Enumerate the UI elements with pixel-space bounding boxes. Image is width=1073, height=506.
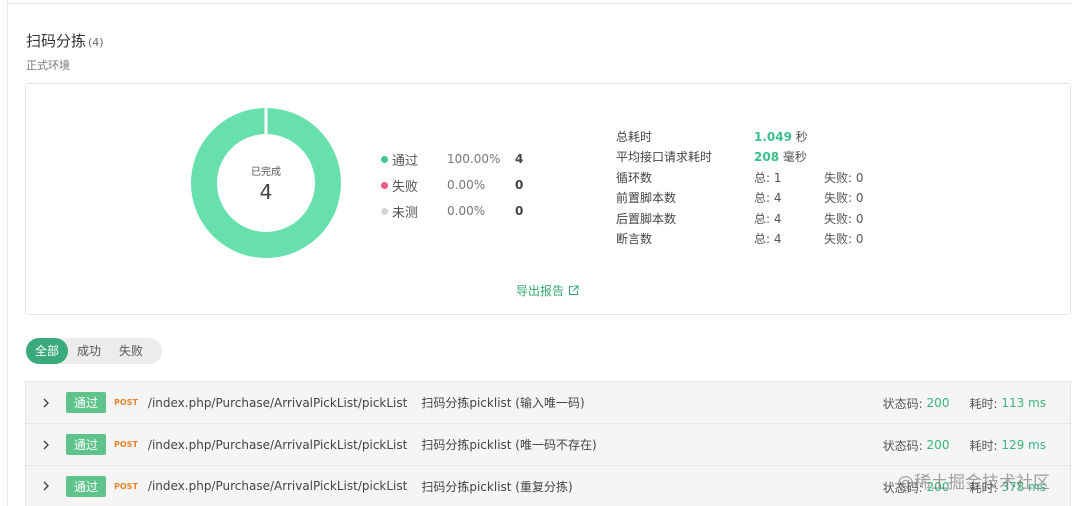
stat-total: 总: 4: [754, 232, 782, 247]
stat-fail: 失败: 0: [824, 170, 864, 185]
request-path: /index.php/Purchase/ArrivalPickList/pick…: [147, 437, 408, 452]
duration-value: 129 ms: [1001, 438, 1046, 452]
result-legend: 通过 100.00% 4 失败 0.00% 0 未测 0.00% 0: [381, 146, 523, 224]
result-meta: 状态码: 200 耗时: 113 ms: [883, 382, 1046, 424]
stat-avg-time: 平均接口请求耗时 208 毫秒: [616, 147, 864, 168]
donut-center-label: 已完成: [251, 166, 281, 178]
tab-success[interactable]: 成功: [68, 338, 110, 364]
legend-pass-label: 通过: [392, 153, 419, 169]
status-code-label: 状态码:: [882, 438, 923, 453]
watermark: @稀土掘金技术社区: [897, 473, 1050, 493]
tab-failed[interactable]: 失败: [110, 338, 152, 364]
external-link-icon: [568, 285, 579, 296]
summary-card: 已完成 4 通过 100.00% 4 失败 0.00% 0 未测 0.00% 0…: [25, 83, 1071, 315]
filter-tabs: 全部 成功 失败: [26, 338, 163, 364]
tab-all[interactable]: 全部: [26, 338, 69, 364]
result-row[interactable]: 通过 POST /index.php/Purchase/ArrivalPickL…: [25, 423, 1071, 465]
chevron-right-icon[interactable]: [26, 440, 66, 450]
status-badge: 通过: [66, 434, 107, 455]
title-text: 扫码分拣: [26, 32, 87, 50]
legend-fail: 失败 0.00% 0: [381, 172, 523, 198]
legend-untested-count: 0: [515, 204, 524, 218]
stat-number: 1.049: [754, 129, 792, 144]
stat-loops: 循环数 总: 1 失败: 0: [616, 167, 864, 188]
stat-fail: 失败: 0: [824, 191, 864, 206]
donut-center-value: 4: [259, 179, 273, 204]
donut-center: 已完成 4: [191, 108, 341, 258]
status-code-value: 200: [926, 438, 950, 452]
stat-label: 平均接口请求耗时: [616, 150, 713, 165]
status-code-value: 200: [926, 396, 950, 410]
legend-untested-percent: 0.00%: [447, 204, 486, 218]
stat-pre-scripts: 前置脚本数 总: 4 失败: 0: [616, 188, 864, 209]
left-border: [7, 0, 8, 506]
result-row[interactable]: 通过 POST /index.php/Purchase/ArrivalPickL…: [25, 381, 1071, 423]
request-name: 扫码分拣picklist (重复分拣): [421, 479, 573, 494]
stat-post-scripts: 后置脚本数 总: 4 失败: 0: [616, 208, 864, 229]
top-border: [8, 0, 1072, 4]
duration-label: 耗时:: [969, 396, 998, 411]
stat-unit: 秒: [795, 129, 808, 144]
stat-unit: 毫秒: [782, 150, 807, 165]
legend-pass-count: 4: [515, 152, 524, 166]
title-count: (4): [88, 36, 104, 49]
request-path: /index.php/Purchase/ArrivalPickList/pick…: [147, 395, 408, 410]
export-report-label: 导出报告: [516, 284, 565, 298]
stat-label: 后置脚本数: [616, 211, 677, 226]
http-method: POST: [114, 440, 138, 449]
legend-fail-label: 失败: [392, 179, 419, 195]
stat-value: 208 毫秒: [754, 148, 824, 165]
stat-fail: 失败: 0: [824, 232, 864, 247]
legend-untested-label: 未测: [392, 205, 419, 221]
legend-untested: 未测 0.00% 0: [381, 198, 523, 224]
stat-total: 总: 4: [754, 191, 782, 206]
stat-number: 208: [754, 150, 780, 165]
result-meta: 状态码: 200 耗时: 129 ms: [883, 424, 1046, 466]
report-header: 扫码分拣 (4) 正式环境: [26, 30, 104, 73]
chevron-right-icon[interactable]: [26, 398, 66, 408]
stat-total-time: 总耗时 1.049 秒: [616, 126, 864, 147]
status-code-label: 状态码:: [882, 396, 923, 411]
run-statistics: 总耗时 1.049 秒 平均接口请求耗时 208 毫秒 循环数 总: 1 失败:…: [616, 126, 864, 249]
http-method: POST: [114, 481, 138, 491]
chevron-right-icon[interactable]: [26, 481, 66, 491]
duration-value: 113 ms: [1001, 396, 1046, 410]
export-report-link[interactable]: 导出报告: [516, 282, 579, 299]
untested-dot-icon: [381, 207, 388, 215]
request-name: 扫码分拣picklist (输入唯一码): [421, 396, 585, 410]
legend-fail-percent: 0.00%: [447, 178, 486, 192]
status-badge: 通过: [66, 392, 107, 413]
stat-value: 1.049 秒: [754, 128, 824, 145]
stat-asserts: 断言数 总: 4 失败: 0: [616, 229, 864, 250]
stat-fail: 失败: 0: [824, 211, 864, 226]
request-path: /index.php/Purchase/ArrivalPickList/pick…: [147, 479, 408, 493]
fail-dot-icon: [381, 181, 388, 189]
status-badge: 通过: [66, 475, 107, 497]
http-method: POST: [114, 398, 138, 407]
legend-pass: 通过 100.00% 4: [381, 146, 523, 172]
duration-label: 耗时:: [969, 438, 998, 453]
stat-label: 循环数: [616, 170, 653, 185]
request-name: 扫码分拣picklist (唯一码不存在): [421, 438, 597, 452]
environment-label: 正式环境: [26, 59, 70, 72]
pass-dot-icon: [381, 155, 388, 163]
stat-total: 总: 1: [754, 170, 782, 185]
legend-pass-percent: 100.00%: [447, 152, 501, 166]
stat-label: 前置脚本数: [616, 191, 677, 206]
stat-label: 断言数: [616, 232, 653, 247]
stat-label: 总耗时: [616, 129, 653, 144]
stat-total: 总: 4: [754, 211, 782, 226]
legend-fail-count: 0: [515, 178, 524, 192]
page-title: 扫码分拣 (4): [26, 30, 104, 51]
